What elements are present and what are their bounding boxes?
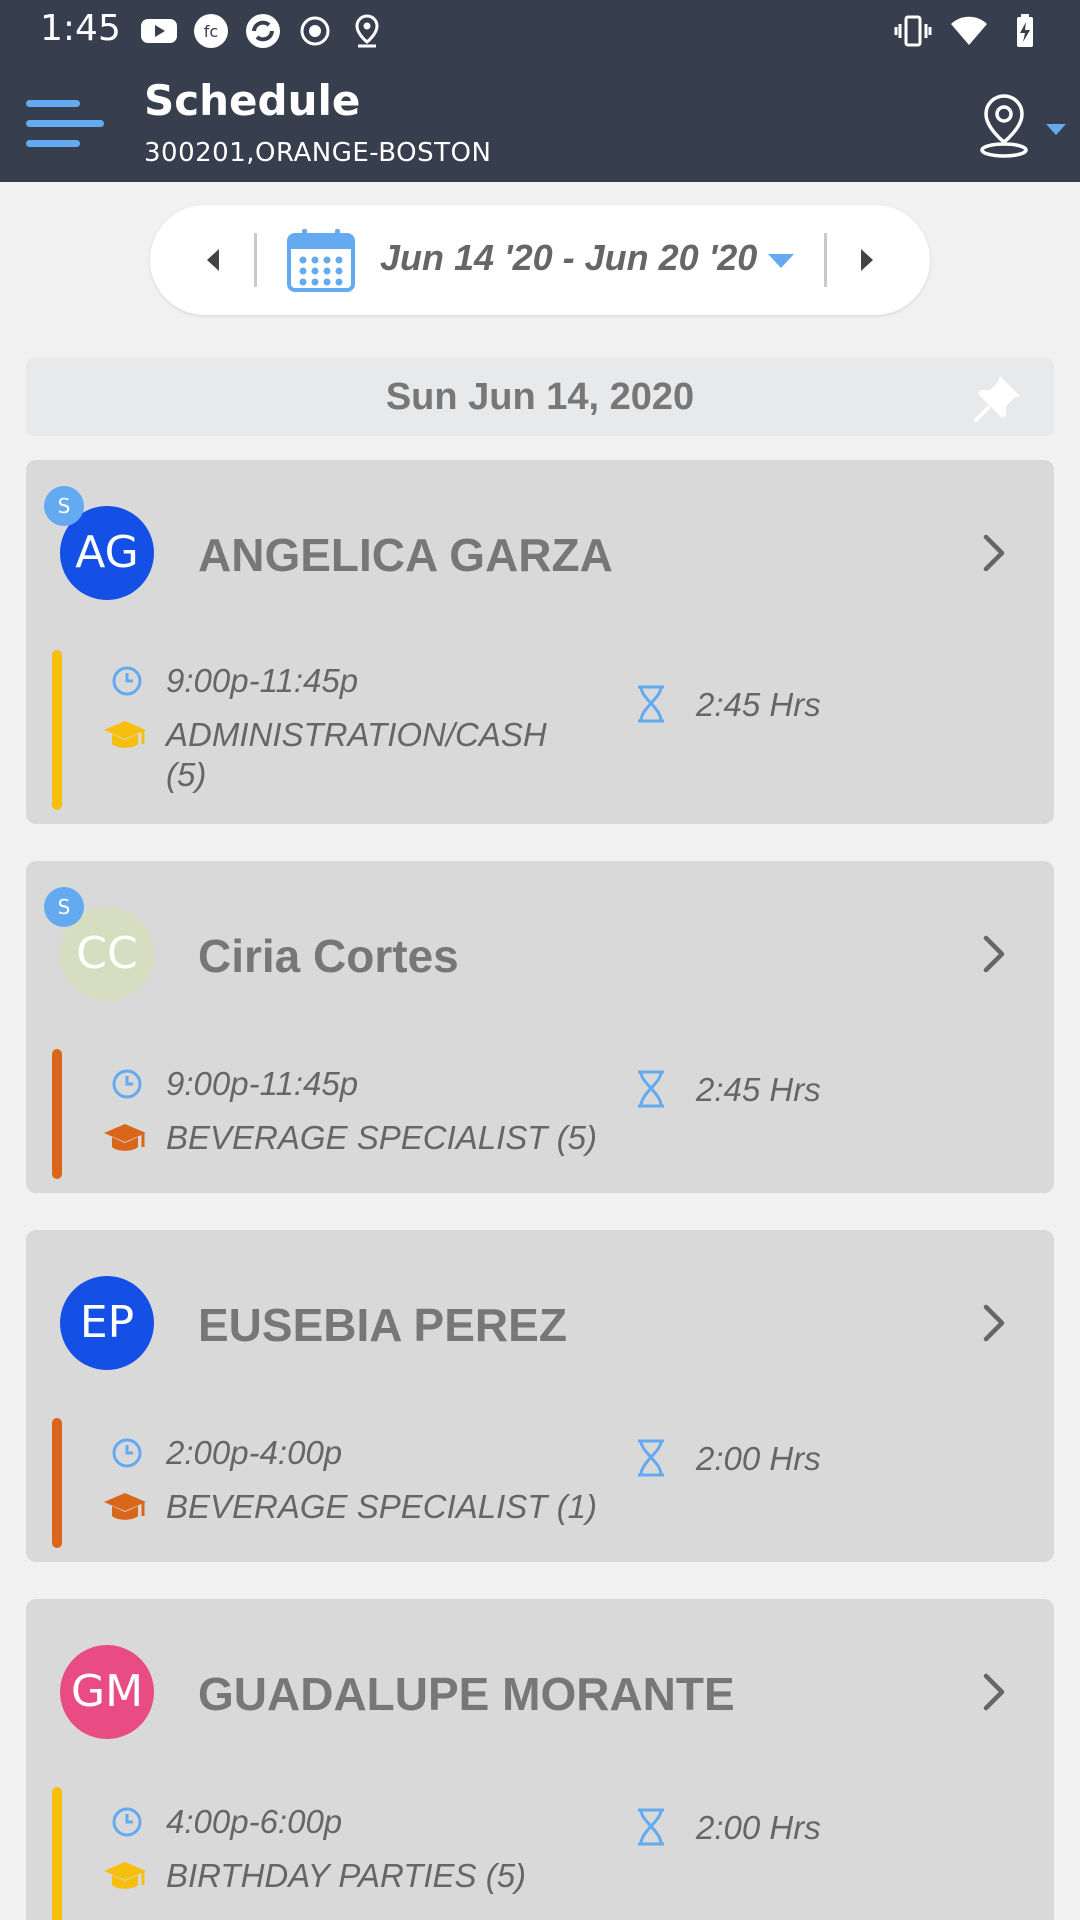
location-selector-icon[interactable]	[972, 90, 1068, 160]
page-title: Schedule	[144, 76, 361, 125]
system-icons	[894, 12, 1044, 50]
clock-icon	[112, 666, 142, 696]
shift-card[interactable]: GM GUADALUPE MORANTE 4:00p-6:00p BIRTHDA…	[26, 1599, 1054, 1920]
chevron-down-icon[interactable]	[766, 251, 796, 271]
calendar-icon[interactable]	[286, 227, 356, 293]
shift-time: 2:00p-4:00p	[166, 1434, 343, 1471]
role-name: BEVERAGE SPECIALIST (5)	[166, 1119, 597, 1156]
shift-time: 9:00p-11:45p	[166, 1065, 359, 1102]
record-icon	[300, 16, 330, 46]
store-subtitle: 300201,ORANGE-BOSTON	[144, 138, 492, 168]
avatar: EP	[60, 1276, 154, 1370]
date-range-picker: Jun 14 '20 - Jun 20 '20	[150, 205, 930, 315]
divider	[254, 233, 257, 287]
divider	[824, 233, 827, 287]
clock-icon	[112, 1069, 142, 1099]
clock-icon	[112, 1807, 142, 1837]
hourglass-icon	[638, 1070, 664, 1108]
pin-icon[interactable]	[970, 370, 1026, 426]
date-range-label[interactable]: Jun 14 '20 - Jun 20 '20	[380, 237, 757, 279]
status-bar: 1:45 fc	[0, 0, 1080, 60]
employee-name: Ciria Cortes	[198, 930, 459, 982]
role-color-bar	[52, 1787, 62, 1920]
status-badge: S	[44, 887, 84, 927]
day-header: Sun Jun 14, 2020	[26, 358, 1054, 436]
wifi-icon	[951, 16, 987, 45]
app-bar: Schedule 300201,ORANGE-BOSTON	[0, 60, 1080, 182]
shift-hours: 2:45 Hrs	[696, 686, 821, 723]
role-color-bar	[52, 1418, 62, 1548]
graduation-cap-icon	[104, 1124, 146, 1151]
chevron-right-icon[interactable]	[974, 930, 1014, 978]
previous-week-button[interactable]	[188, 235, 238, 285]
fc-icon: fc	[194, 14, 228, 48]
role-color-bar	[52, 1049, 62, 1179]
avatar: GM	[60, 1645, 154, 1739]
role-name-cont: (5)	[166, 756, 207, 793]
location-pin-icon	[355, 14, 379, 48]
clock-icon	[112, 1438, 142, 1468]
battery-charging-icon	[1017, 14, 1033, 47]
graduation-cap-icon	[104, 721, 146, 748]
menu-icon[interactable]	[24, 96, 106, 152]
shift-hours: 2:45 Hrs	[696, 1071, 821, 1108]
role-color-bar	[52, 650, 62, 810]
hourglass-icon	[638, 1439, 664, 1477]
shift-card[interactable]: CC S Ciria Cortes 9:00p-11:45p BEVERAGE …	[26, 861, 1054, 1193]
day-title: Sun Jun 14, 2020	[385, 376, 695, 418]
shift-time: 4:00p-6:00p	[166, 1803, 343, 1840]
chevron-right-icon[interactable]	[974, 1299, 1014, 1347]
hourglass-icon	[638, 685, 664, 723]
employee-name: ANGELICA GARZA	[198, 529, 613, 581]
role-name: BIRTHDAY PARTIES (5)	[166, 1857, 527, 1894]
shift-card[interactable]: AG S ANGELICA GARZA 9:00p-11:45p ADMINIS…	[26, 460, 1054, 824]
hourglass-icon	[638, 1808, 664, 1846]
role-name: ADMINISTRATION/CASH	[166, 716, 547, 753]
employee-name: GUADALUPE MORANTE	[198, 1668, 735, 1720]
graduation-cap-icon	[104, 1862, 146, 1889]
status-time: 1:45	[40, 8, 121, 49]
chevron-right-icon[interactable]	[974, 1668, 1014, 1716]
vibrate-icon	[894, 15, 932, 47]
notification-icons: fc	[140, 12, 386, 50]
graduation-cap-icon	[104, 1493, 146, 1520]
next-week-button[interactable]	[842, 235, 892, 285]
chevron-right-icon[interactable]	[974, 529, 1014, 577]
shift-hours: 2:00 Hrs	[696, 1440, 821, 1477]
shift-time: 9:00p-11:45p	[166, 662, 359, 699]
shift-card[interactable]: EP EUSEBIA PEREZ 2:00p-4:00p BEVERAGE SP…	[26, 1230, 1054, 1562]
sync-icon	[246, 14, 280, 48]
youtube-icon	[141, 19, 177, 43]
employee-name: EUSEBIA PEREZ	[198, 1299, 567, 1351]
role-name: BEVERAGE SPECIALIST (1)	[166, 1488, 597, 1525]
svg-text:fc: fc	[204, 22, 218, 41]
status-badge: S	[44, 486, 84, 526]
shift-hours: 2:00 Hrs	[696, 1809, 821, 1846]
